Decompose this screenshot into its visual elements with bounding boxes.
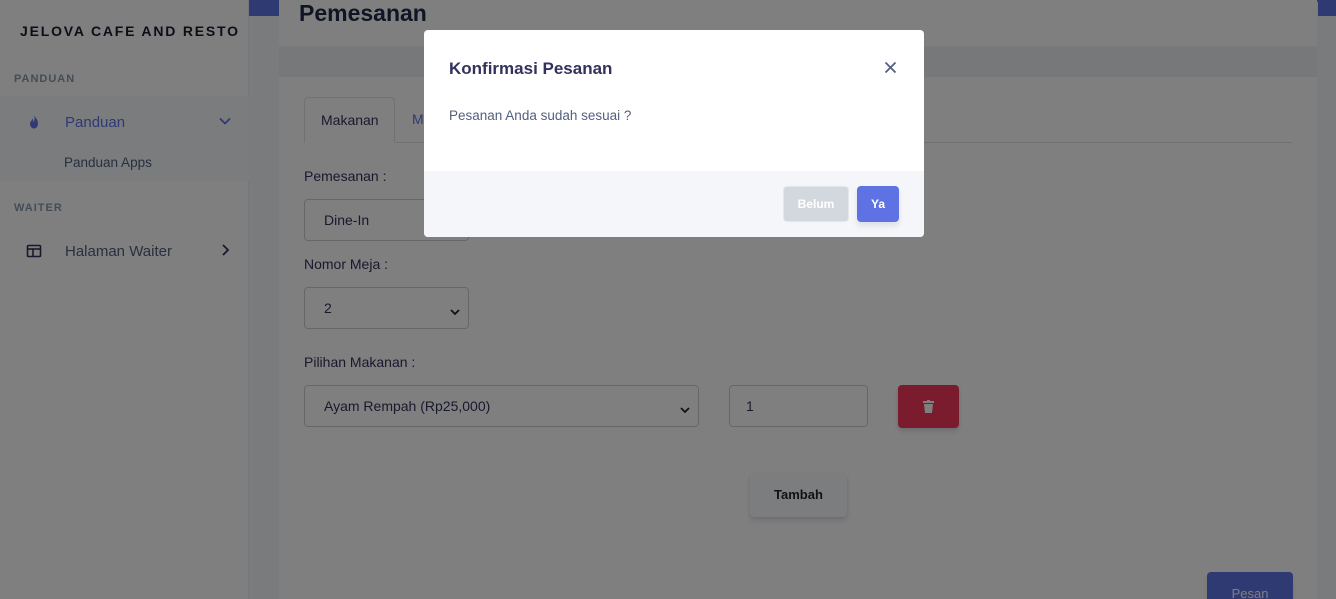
modal-title: Konfirmasi Pesanan bbox=[449, 59, 613, 78]
modal-message: Pesanan Anda sudah sesuai ? bbox=[449, 108, 632, 123]
modal-footer: Belum Ya bbox=[424, 171, 924, 237]
confirm-order-modal: Konfirmasi Pesanan Pesanan Anda sudah se… bbox=[424, 30, 924, 237]
confirm-button[interactable]: Ya bbox=[857, 186, 899, 222]
close-icon[interactable] bbox=[883, 60, 898, 75]
cancel-button[interactable]: Belum bbox=[783, 186, 849, 222]
